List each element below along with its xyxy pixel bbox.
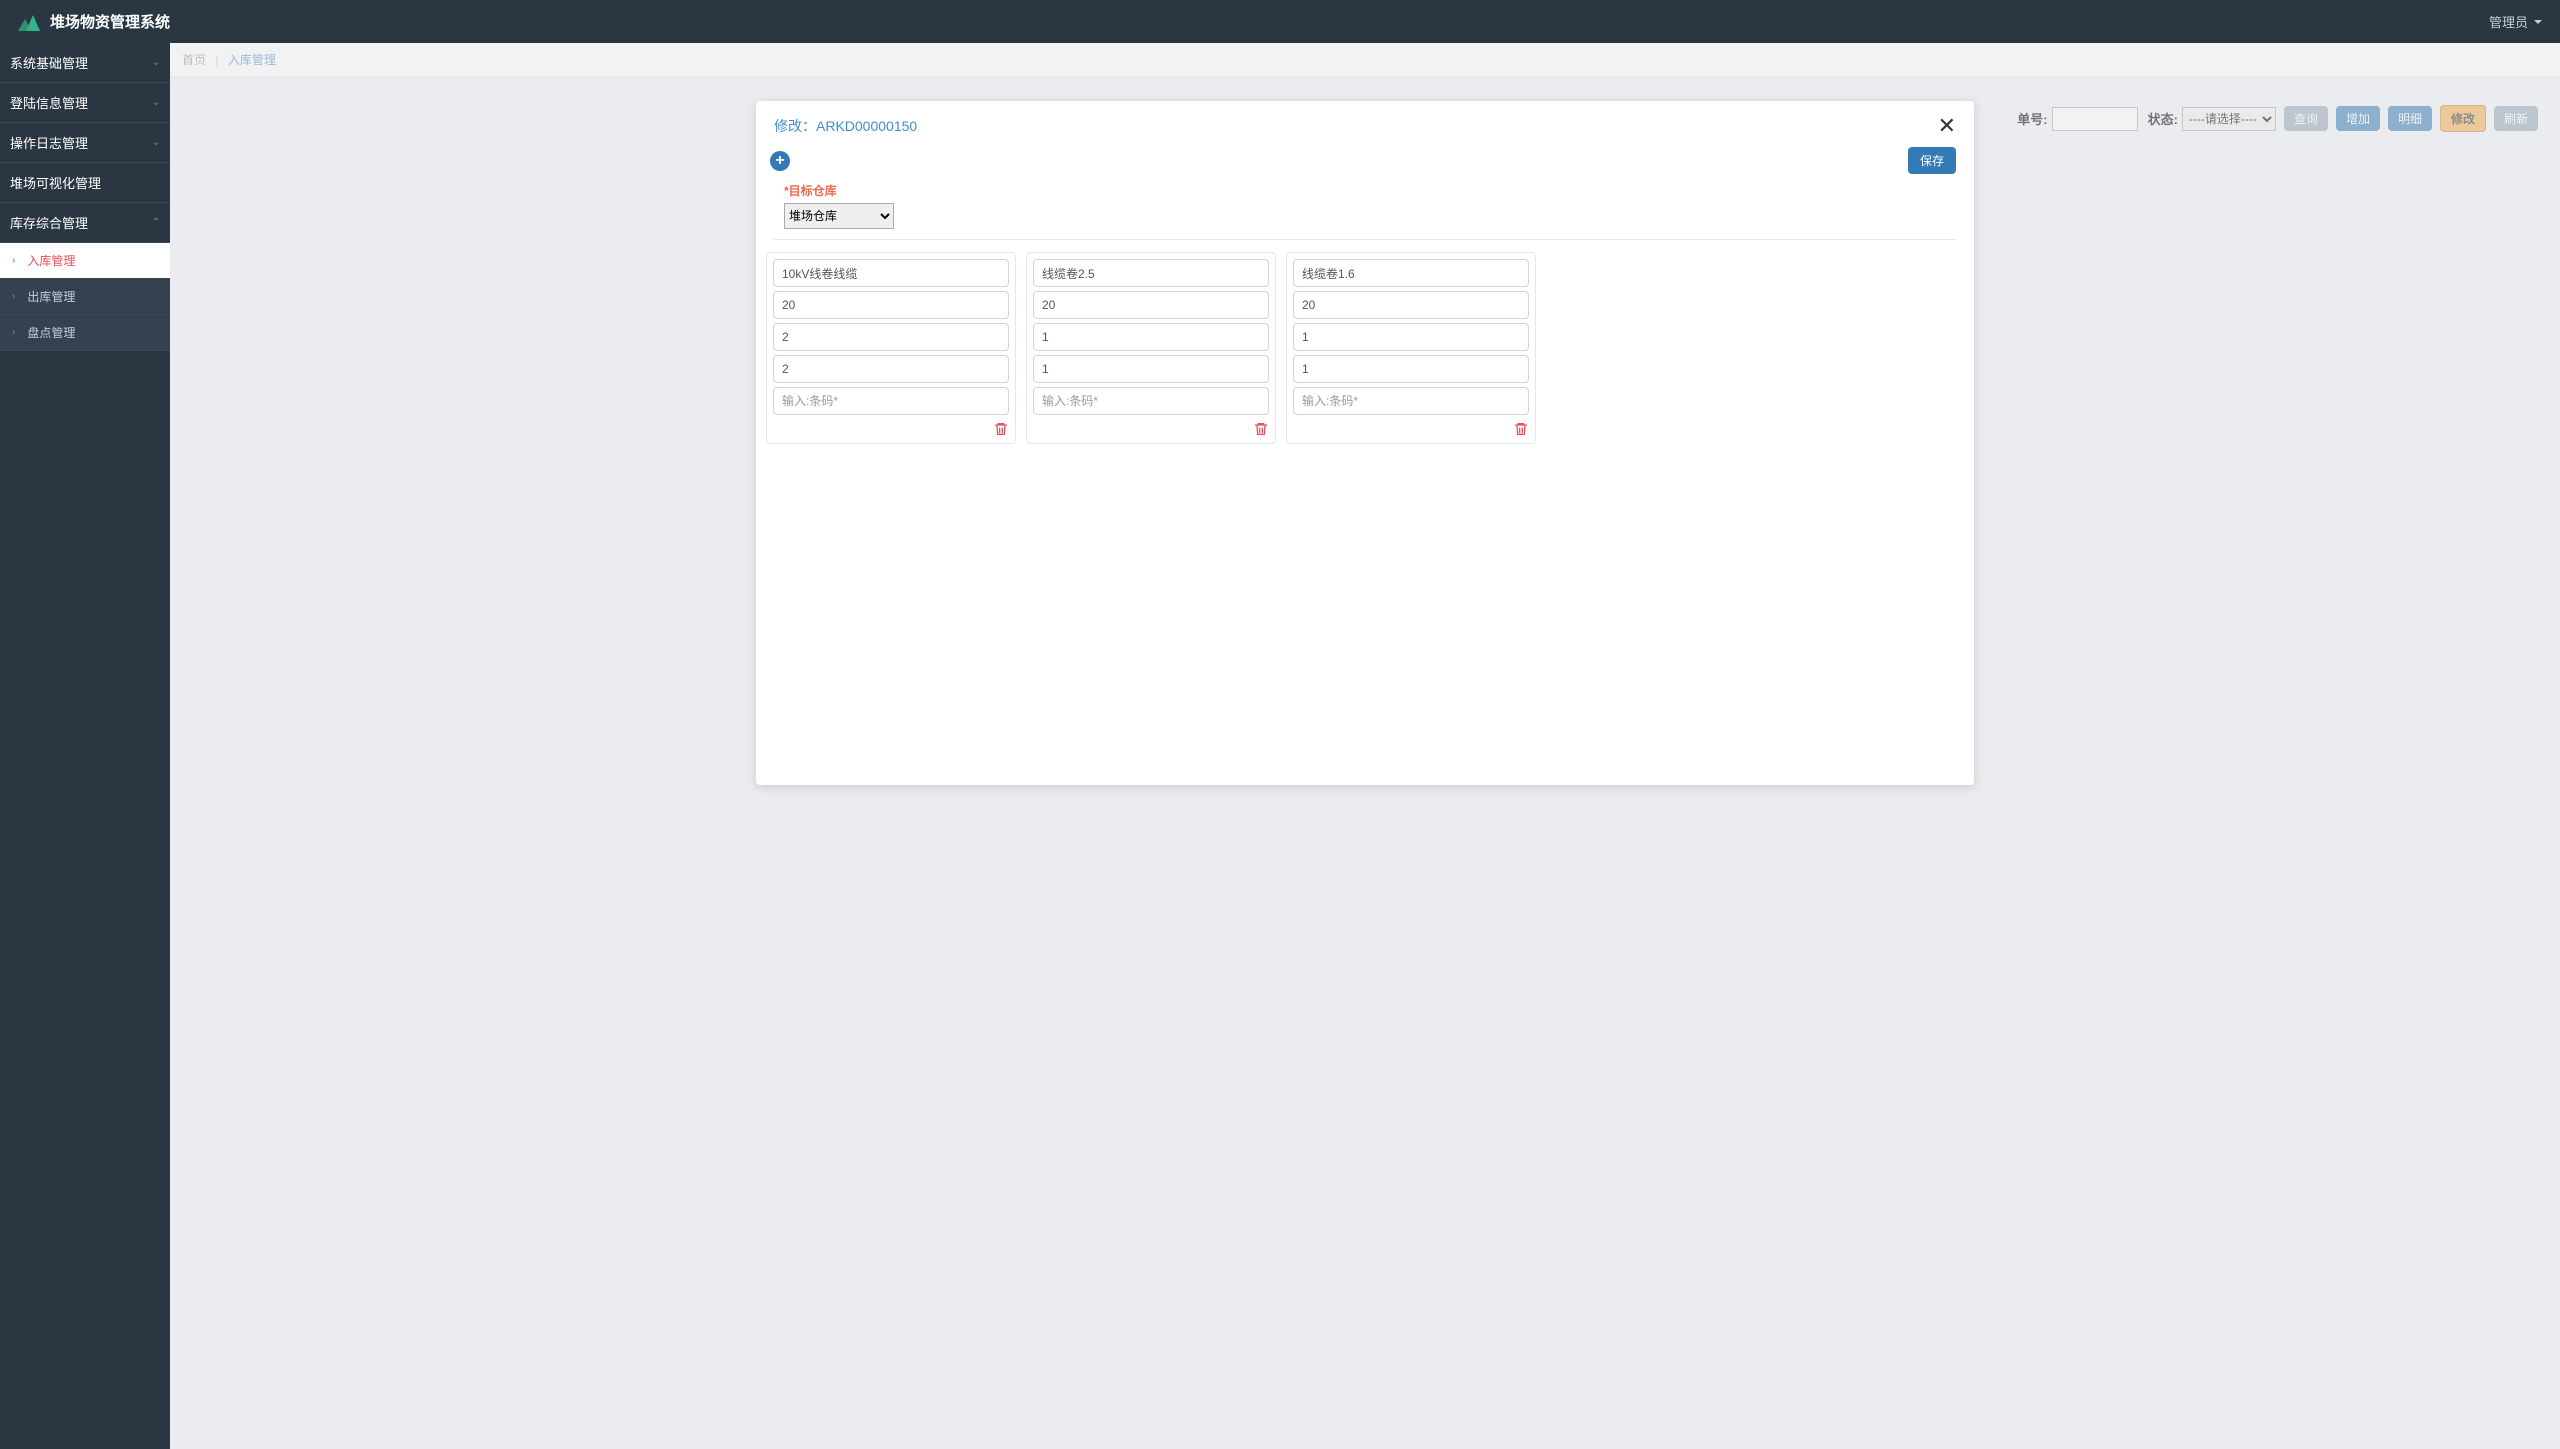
close-icon[interactable]: ✕ [1938,115,1956,137]
item-qty2-input[interactable] [1033,323,1269,351]
sub-item-outbound[interactable]: › 出库管理 [0,279,170,315]
item-qty2-input[interactable] [773,323,1009,351]
nav-item-login[interactable]: 登陆信息管理 ⌄ [0,83,170,123]
nav-label: 堆场可视化管理 [10,173,101,192]
item-card [1286,252,1536,444]
barcode-input[interactable] [773,387,1009,415]
nav-item-system[interactable]: 系统基础管理 ⌄ [0,43,170,83]
nav-item-inventory[interactable]: 库存综合管理 ⌃ [0,203,170,243]
chevron-down-icon: ⌄ [152,97,160,108]
trash-icon[interactable] [1253,421,1269,437]
caret-down-icon [2534,20,2542,24]
item-card [766,252,1016,444]
sub-label: 盘点管理 [27,324,75,341]
logo-icon [18,13,40,31]
nav-label: 系统基础管理 [10,53,88,72]
chevron-right-icon: › [12,291,15,302]
barcode-input[interactable] [1293,387,1529,415]
chevron-up-icon: ⌃ [152,217,160,228]
nav-label: 登陆信息管理 [10,93,88,112]
chevron-right-icon: › [12,327,15,338]
item-qty3-input[interactable] [773,355,1009,383]
chevron-right-icon: › [12,255,15,266]
target-warehouse-select[interactable]: 堆场仓库 [784,203,894,229]
main-content: 首页 | 入库管理 单号: 状态: ----请选择---- 查询 增加 明细 修… [170,43,2560,1449]
item-qty3-input[interactable] [1293,355,1529,383]
chevron-down-icon: ⌄ [152,57,160,68]
item-cards [756,240,1974,456]
item-name-input[interactable] [1033,259,1269,287]
modal-overlay: 修改：ARKD00000150 ✕ + 保存 *目标仓库 堆场仓库 [170,43,2560,1449]
modal-actions: + 保存 [756,147,1974,182]
sub-label: 出库管理 [27,288,75,305]
item-qty1-input[interactable] [1033,291,1269,319]
target-warehouse-label: *目标仓库 [784,182,1956,199]
brand: 堆场物资管理系统 [18,11,170,32]
edit-modal: 修改：ARKD00000150 ✕ + 保存 *目标仓库 堆场仓库 [756,101,1974,785]
top-header: 堆场物资管理系统 管理员 [0,0,2560,43]
trash-icon[interactable] [993,421,1009,437]
sub-item-inbound[interactable]: › 入库管理 [0,243,170,279]
user-menu[interactable]: 管理员 [2489,12,2542,31]
nav-item-visual[interactable]: 堆场可视化管理 [0,163,170,203]
nav-item-logs[interactable]: 操作日志管理 ⌄ [0,123,170,163]
add-row-button[interactable]: + [770,151,790,171]
chevron-down-icon: ⌄ [152,137,160,148]
save-button[interactable]: 保存 [1908,147,1956,174]
sidebar: 系统基础管理 ⌄ 登陆信息管理 ⌄ 操作日志管理 ⌄ 堆场可视化管理 库存综合管… [0,43,170,1449]
target-section: *目标仓库 堆场仓库 [756,182,1974,239]
trash-icon[interactable] [1513,421,1529,437]
item-name-input[interactable] [1293,259,1529,287]
item-qty1-input[interactable] [773,291,1009,319]
modal-header: 修改：ARKD00000150 ✕ [756,101,1974,147]
item-card [1026,252,1276,444]
item-qty1-input[interactable] [1293,291,1529,319]
sub-item-check[interactable]: › 盘点管理 [0,315,170,351]
item-name-input[interactable] [773,259,1009,287]
item-qty2-input[interactable] [1293,323,1529,351]
nav-label: 操作日志管理 [10,133,88,152]
user-label: 管理员 [2489,12,2528,31]
nav-label: 库存综合管理 [10,213,88,232]
modal-title: 修改：ARKD00000150 [774,116,917,136]
app-title: 堆场物资管理系统 [50,11,170,32]
item-qty3-input[interactable] [1033,355,1269,383]
sub-label: 入库管理 [27,252,75,269]
barcode-input[interactable] [1033,387,1269,415]
